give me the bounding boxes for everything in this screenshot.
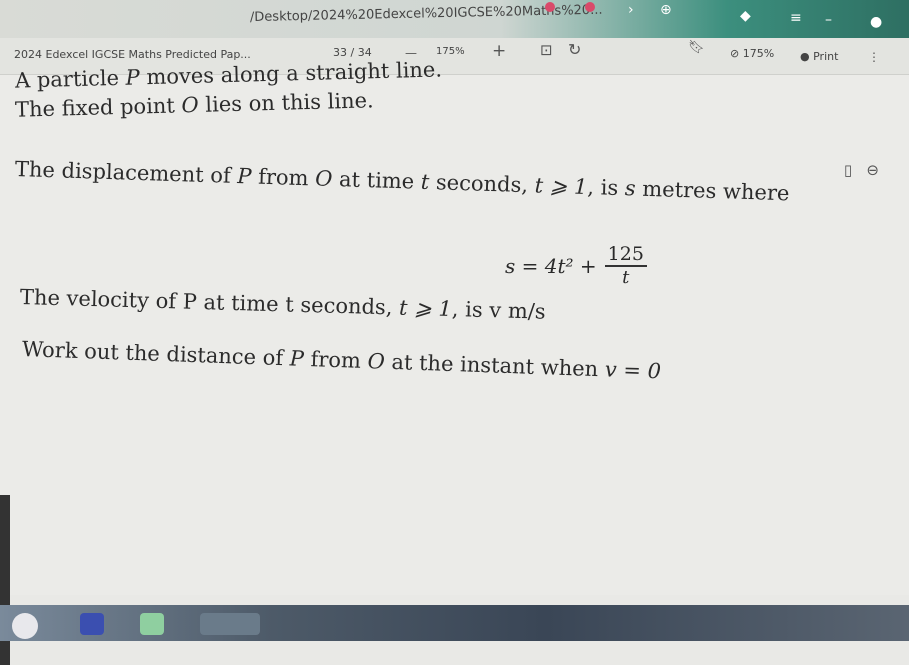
formula-lhs: s = 4t² + — [505, 253, 597, 278]
text: The velocity of P at time t seconds, — [19, 285, 400, 320]
text: , is — [587, 174, 626, 201]
page-side-tools: ▯ ⊖ — [844, 161, 879, 179]
question-line-4: The velocity of P at time t seconds, t ⩾… — [20, 285, 546, 324]
fraction: 125 t — [604, 243, 647, 288]
app-icon[interactable] — [140, 613, 164, 635]
zoom-readout: ⊘ 175% — [730, 47, 774, 60]
text: A particle — [14, 65, 126, 93]
text: The fixed point — [14, 93, 182, 122]
condition: t ⩾ 1 — [534, 173, 588, 199]
question-line-3: The displacement of P from O at time t s… — [15, 157, 790, 205]
fit-page-icon[interactable]: ⊡ — [540, 41, 553, 59]
forward-icon[interactable]: › — [628, 2, 634, 18]
rotate-icon[interactable]: ↻ — [568, 40, 581, 59]
print-label: Print — [813, 50, 839, 63]
var-p: P — [237, 163, 252, 189]
text: , is v m/s — [451, 297, 546, 324]
pdf-page: ▯ ⊖ A particle P moves along a straight … — [0, 57, 909, 665]
displacement-formula: s = 4t² + 125 t — [505, 243, 647, 288]
new-tab-icon[interactable]: ⊕ — [660, 2, 672, 18]
more-options-icon[interactable]: ⋮ — [868, 50, 880, 64]
var-p: P — [125, 65, 141, 90]
print-button[interactable]: ● Print — [800, 50, 838, 63]
var-s: s — [624, 176, 637, 201]
zoom-readout-value: 175% — [742, 47, 775, 60]
text: from — [303, 346, 369, 374]
menu-icon[interactable]: ≡ — [790, 10, 802, 26]
bookmark-icon[interactable]: 🔖︎ — [688, 40, 705, 55]
document-title: 2024 Edexcel IGCSE Maths Predicted Pap..… — [14, 48, 251, 61]
text: from — [251, 164, 316, 191]
var-o: O — [314, 166, 333, 191]
fraction-numerator: 125 — [604, 243, 647, 267]
address-bar[interactable]: /Desktop/2024%20Edexcel%20IGCSE%20Maths%… — [250, 2, 640, 32]
zoom-icon: ⊘ — [730, 47, 743, 60]
text: lies on this line. — [198, 88, 374, 117]
var-p: P — [289, 346, 305, 371]
question-line-2: The fixed point O lies on this line. — [15, 88, 374, 121]
text: at the instant when — [384, 349, 606, 382]
condition: t ⩾ 1 — [398, 295, 453, 322]
text: seconds, — [428, 170, 536, 198]
fraction-denominator: t — [622, 267, 630, 288]
taskbar — [0, 605, 909, 641]
print-icon: ● — [800, 50, 814, 63]
question-line-5: Work out the distance of P from O at the… — [22, 337, 662, 383]
zoom-level-input[interactable]: 175% — [436, 46, 465, 57]
app-icon[interactable] — [80, 613, 104, 635]
var-o: O — [181, 92, 200, 118]
var-o: O — [367, 349, 386, 374]
app-icon[interactable] — [12, 613, 38, 639]
tab-indicator — [545, 2, 555, 12]
zoom-in-button[interactable]: + — [492, 41, 506, 61]
minimize-icon[interactable]: – — [825, 12, 832, 28]
tab-indicator — [585, 2, 595, 12]
page-indicator[interactable]: 33 / 34 — [333, 46, 372, 59]
text: The displacement of — [14, 157, 238, 188]
extension-icon[interactable]: ◆ — [740, 8, 751, 24]
lock-icon[interactable]: ⊖ — [866, 161, 879, 179]
copy-icon[interactable]: ▯ — [844, 161, 852, 179]
browser-title-bar: /Desktop/2024%20Edexcel%20IGCSE%20Maths%… — [0, 0, 909, 38]
condition: v = 0 — [604, 357, 662, 384]
text: at time — [332, 166, 422, 194]
text: metres where — [635, 176, 790, 206]
app-icon[interactable] — [200, 613, 260, 635]
profile-icon[interactable]: ● — [870, 14, 882, 30]
text: Work out the distance of — [21, 337, 291, 371]
